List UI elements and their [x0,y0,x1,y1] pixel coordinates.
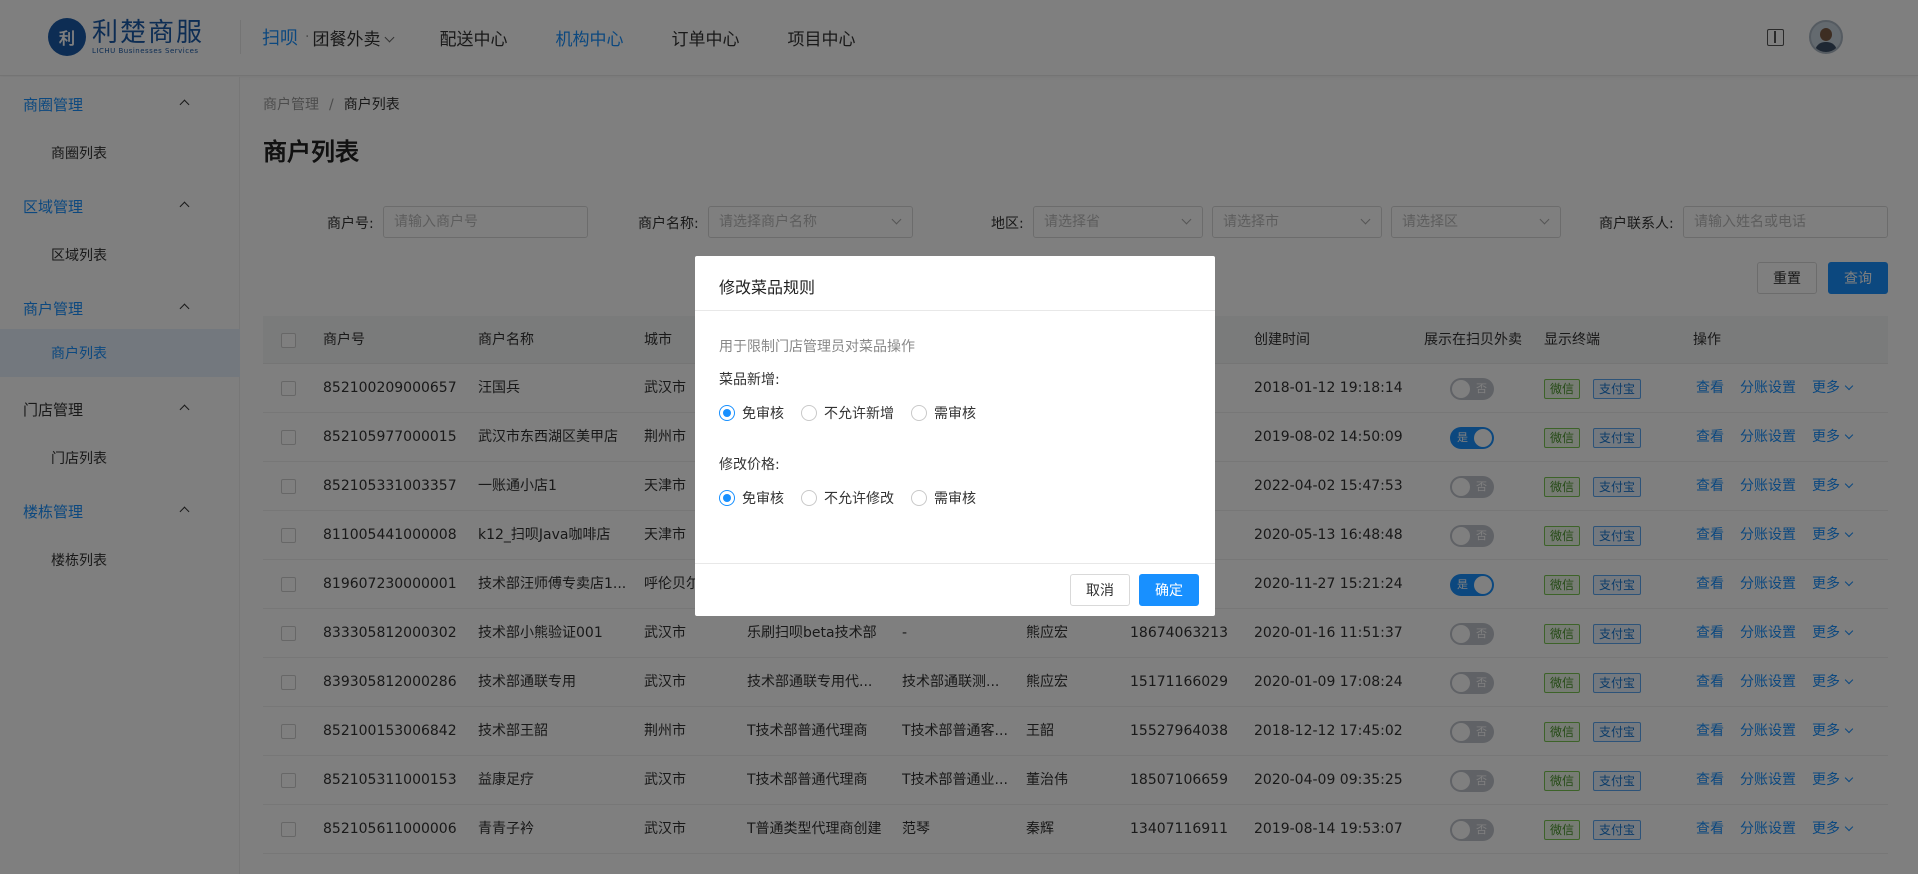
cancel-button[interactable]: 取消 [1070,574,1130,606]
radio-circle-icon [801,405,817,421]
radio-circle-icon [801,490,817,506]
dish-add-radio-3[interactable]: 需审核 [911,403,976,423]
dialog-header: 修改菜品规则 [695,256,1215,311]
price-edit-radio-3[interactable]: 需审核 [911,488,976,508]
price-edit-radio-2[interactable]: 不允许修改 [801,488,894,508]
edit-dish-rules-dialog: 修改菜品规则 用于限制门店管理员对菜品操作 菜品新增: 免审核 不允许新增 需审核 … [695,256,1215,616]
price-edit-radio-1[interactable]: 免审核 [719,488,784,508]
radio-circle-icon [719,405,735,421]
price-edit-label: 修改价格: [719,457,780,473]
radio-circle-icon [911,405,927,421]
dialog-title: 修改菜品规则 [719,278,816,297]
radio-circle-icon [719,490,735,506]
confirm-button[interactable]: 确定 [1139,574,1199,606]
dish-add-radio-1[interactable]: 免审核 [719,403,784,423]
dialog-footer: 取消 确定 [695,563,1215,616]
dish-add-label: 菜品新增: [719,372,780,388]
dialog-description: 用于限制门店管理员对菜品操作 [719,339,915,355]
dish-add-radio-2[interactable]: 不允许新增 [801,403,894,423]
radio-circle-icon [911,490,927,506]
